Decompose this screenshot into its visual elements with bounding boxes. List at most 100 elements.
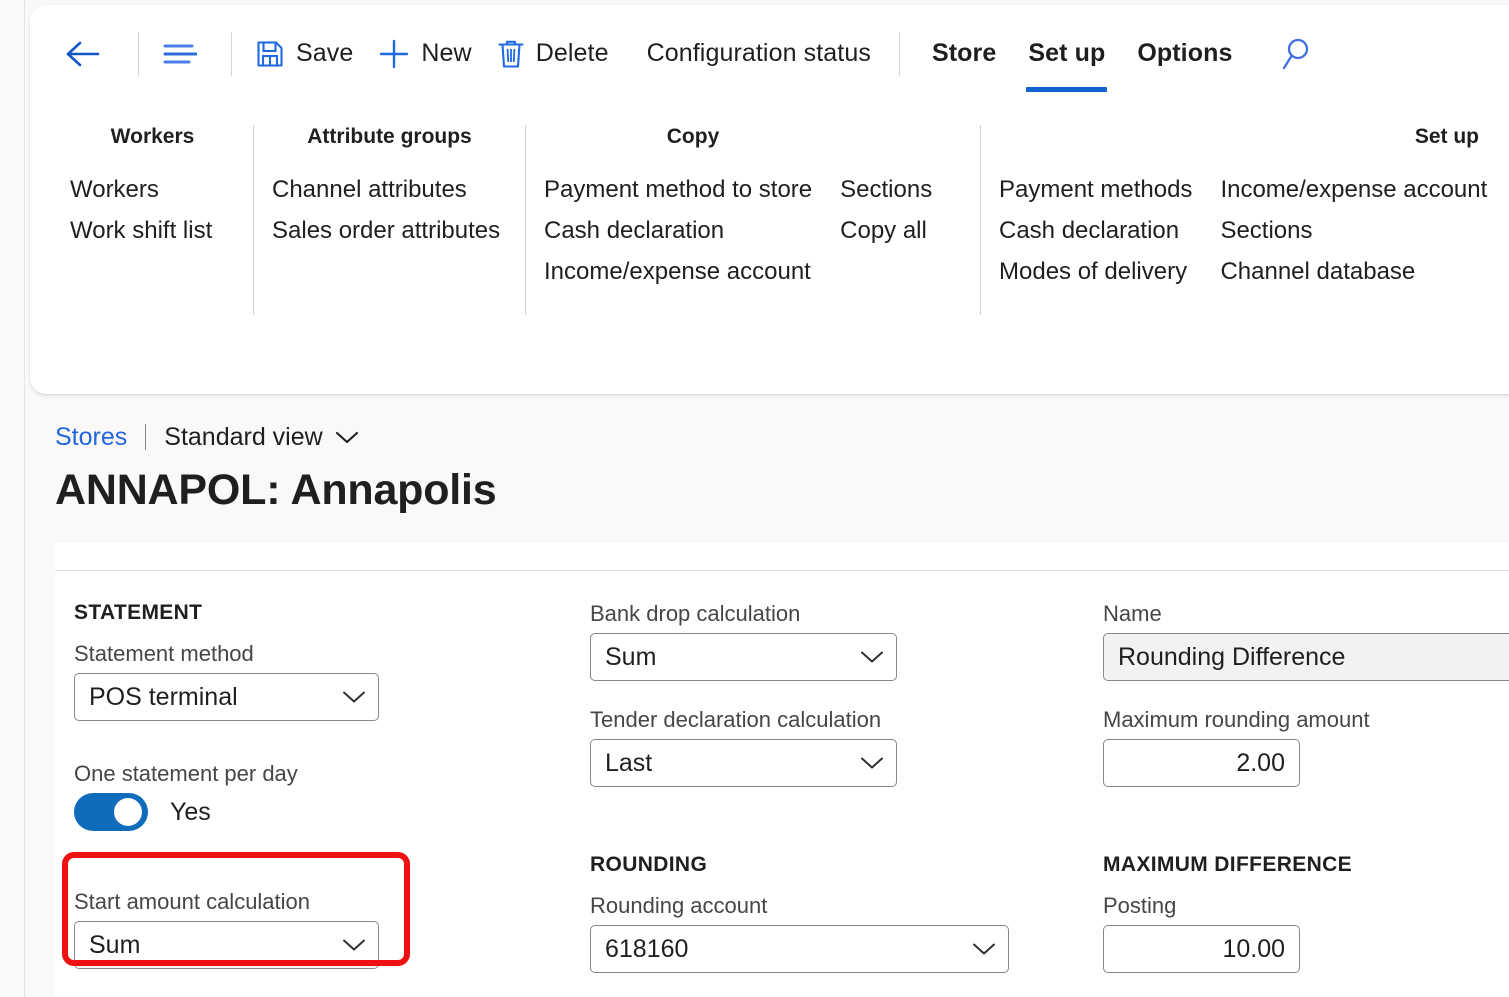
- ribbon-group-copy: Copy Payment method to store Cash declar…: [525, 125, 980, 315]
- field-bank-drop-calculation-label: Bank drop calculation: [590, 601, 1071, 627]
- field-start-amount-calculation-label: Start amount calculation: [74, 889, 563, 915]
- page-left-gutter: [0, 0, 25, 997]
- field-posting-label: Posting: [1103, 893, 1509, 919]
- ribbon-link-income-expense-account-setup[interactable]: Income/expense account: [1220, 169, 1509, 210]
- maximum-rounding-amount-value: 2.00: [1236, 751, 1285, 776]
- back-button[interactable]: [48, 26, 128, 82]
- breadcrumb-parent-link[interactable]: Stores: [55, 423, 127, 452]
- save-button[interactable]: Save: [242, 26, 365, 82]
- ribbon-group-set-up-title: Set up: [999, 125, 1507, 149]
- ribbon-link-channel-database[interactable]: Channel database: [1220, 251, 1509, 292]
- toolbar-divider-2: [231, 32, 232, 76]
- posting-value: 10.00: [1222, 937, 1285, 962]
- page-title: ANNAPOL: Annapolis: [55, 466, 497, 515]
- tab-options[interactable]: Options: [1121, 24, 1248, 84]
- field-bank-drop-calculation: Bank drop calculation Sum: [590, 601, 1071, 681]
- hamburger-icon: [163, 41, 197, 67]
- form-column-maximum-difference: Name Rounding Difference Maximum roundin…: [1071, 571, 1509, 997]
- search-button[interactable]: [1268, 26, 1326, 82]
- bank-drop-calculation-combobox[interactable]: Sum: [590, 633, 897, 681]
- ribbon-link-workers[interactable]: Workers: [70, 169, 240, 210]
- spacer: [1103, 695, 1509, 707]
- spacer: [590, 801, 1071, 853]
- new-button[interactable]: New: [365, 26, 483, 82]
- ribbon-link-copy-all[interactable]: Copy all: [840, 210, 960, 251]
- field-name-label: Name: [1103, 601, 1509, 627]
- configuration-status-label: Configuration status: [647, 39, 871, 68]
- ribbon-link-channel-attributes[interactable]: Channel attributes: [272, 169, 528, 210]
- app-window: Save New: [0, 0, 1509, 997]
- form-columns: STATEMENT Statement method POS terminal: [55, 571, 1509, 997]
- ribbon-link-income-expense-account-copy[interactable]: Income/expense account: [544, 251, 840, 292]
- statement-method-combobox[interactable]: POS terminal: [74, 673, 379, 721]
- delete-button[interactable]: Delete: [484, 26, 621, 82]
- ribbon-link-cash-declaration-setup[interactable]: Cash declaration: [999, 210, 1220, 251]
- arrow-left-icon: [62, 38, 104, 70]
- ribbon-group-attribute-groups-title: Attribute groups: [272, 125, 507, 149]
- floppy-disk-icon: [254, 38, 286, 70]
- form-column-rounding: Bank drop calculation Sum Tender declara…: [563, 571, 1071, 997]
- ribbon-group-workers: Workers Workers Work shift list: [40, 125, 253, 315]
- ribbon-link-payment-method-to-store[interactable]: Payment method to store: [544, 169, 840, 210]
- magnifier-icon: [1280, 36, 1314, 72]
- action-pane: Save New: [30, 5, 1509, 394]
- breadcrumb-separator: [145, 424, 146, 450]
- ribbon-link-cash-declaration-copy[interactable]: Cash declaration: [544, 210, 840, 251]
- name-value: Rounding Difference: [1118, 645, 1345, 670]
- section-heading-statement: STATEMENT: [74, 601, 563, 625]
- maximum-rounding-amount-input[interactable]: 2.00: [1103, 739, 1300, 787]
- field-posting: Posting 10.00: [1103, 893, 1509, 973]
- tab-set-up[interactable]: Set up: [1012, 24, 1121, 84]
- spacer: [74, 845, 563, 889]
- statement-method-value: POS terminal: [89, 685, 238, 710]
- spacer: [1103, 801, 1509, 853]
- chevron-down-icon: [342, 690, 366, 705]
- tab-set-up-label: Set up: [1028, 39, 1105, 68]
- ribbon-link-modes-of-delivery[interactable]: Modes of delivery: [999, 251, 1220, 292]
- ribbon-link-sections-setup[interactable]: Sections: [1220, 210, 1509, 251]
- delete-label: Delete: [536, 39, 609, 68]
- chevron-down-icon: [972, 942, 996, 957]
- plus-icon: [377, 37, 411, 71]
- field-tender-declaration-calculation: Tender declaration calculation Last: [590, 707, 1071, 787]
- rounding-account-combobox[interactable]: 618160: [590, 925, 1009, 973]
- ribbon-group-attribute-groups: Attribute groups Channel attributes Sale…: [253, 125, 525, 315]
- toolbar: Save New: [30, 5, 1509, 102]
- posting-input[interactable]: 10.00: [1103, 925, 1300, 973]
- bank-drop-calculation-value: Sum: [605, 645, 656, 670]
- ribbon-link-sections-copy[interactable]: Sections: [840, 169, 960, 210]
- name-input[interactable]: Rounding Difference: [1103, 633, 1509, 681]
- ribbon-link-sales-order-attributes[interactable]: Sales order attributes: [272, 210, 528, 251]
- panel-clipped-header: Statements: [55, 543, 1509, 569]
- ribbon-group-workers-title: Workers: [70, 125, 235, 149]
- chevron-down-icon: [860, 756, 884, 771]
- section-heading-rounding: ROUNDING: [590, 853, 1071, 877]
- field-start-amount-calculation: Start amount calculation Sum: [74, 889, 563, 969]
- toolbar-divider-3: [899, 32, 900, 76]
- field-rounding-account: Rounding account 618160: [590, 893, 1071, 973]
- rounding-account-value: 618160: [605, 937, 688, 962]
- field-maximum-rounding-amount-label: Maximum rounding amount: [1103, 707, 1509, 733]
- one-statement-per-day-toggle[interactable]: [74, 793, 148, 831]
- save-label: Save: [296, 39, 353, 68]
- tab-options-label: Options: [1137, 39, 1232, 68]
- ribbon-link-work-shift-list[interactable]: Work shift list: [70, 210, 240, 251]
- tender-declaration-calculation-combobox[interactable]: Last: [590, 739, 897, 787]
- start-amount-calculation-combobox[interactable]: Sum: [74, 921, 379, 969]
- view-selector[interactable]: Standard view: [164, 423, 358, 452]
- ribbon-groups: Workers Workers Work shift list Attribut…: [30, 125, 1509, 394]
- field-name: Name Rounding Difference: [1103, 601, 1509, 681]
- field-statement-method-label: Statement method: [74, 641, 563, 667]
- ribbon-link-payment-methods[interactable]: Payment methods: [999, 169, 1220, 210]
- navigation-menu-button[interactable]: [149, 26, 221, 82]
- configuration-status-button[interactable]: Configuration status: [635, 26, 883, 82]
- field-rounding-account-label: Rounding account: [590, 893, 1071, 919]
- form-panel: Statements STATEMENT Statement method PO…: [55, 543, 1509, 997]
- tender-declaration-calculation-value: Last: [605, 751, 652, 776]
- chevron-down-icon: [342, 938, 366, 953]
- trash-icon: [496, 38, 526, 70]
- view-selector-label: Standard view: [164, 423, 322, 452]
- tab-store[interactable]: Store: [916, 24, 1012, 84]
- tab-store-label: Store: [932, 39, 996, 68]
- field-one-statement-per-day: One statement per day Yes: [74, 761, 563, 831]
